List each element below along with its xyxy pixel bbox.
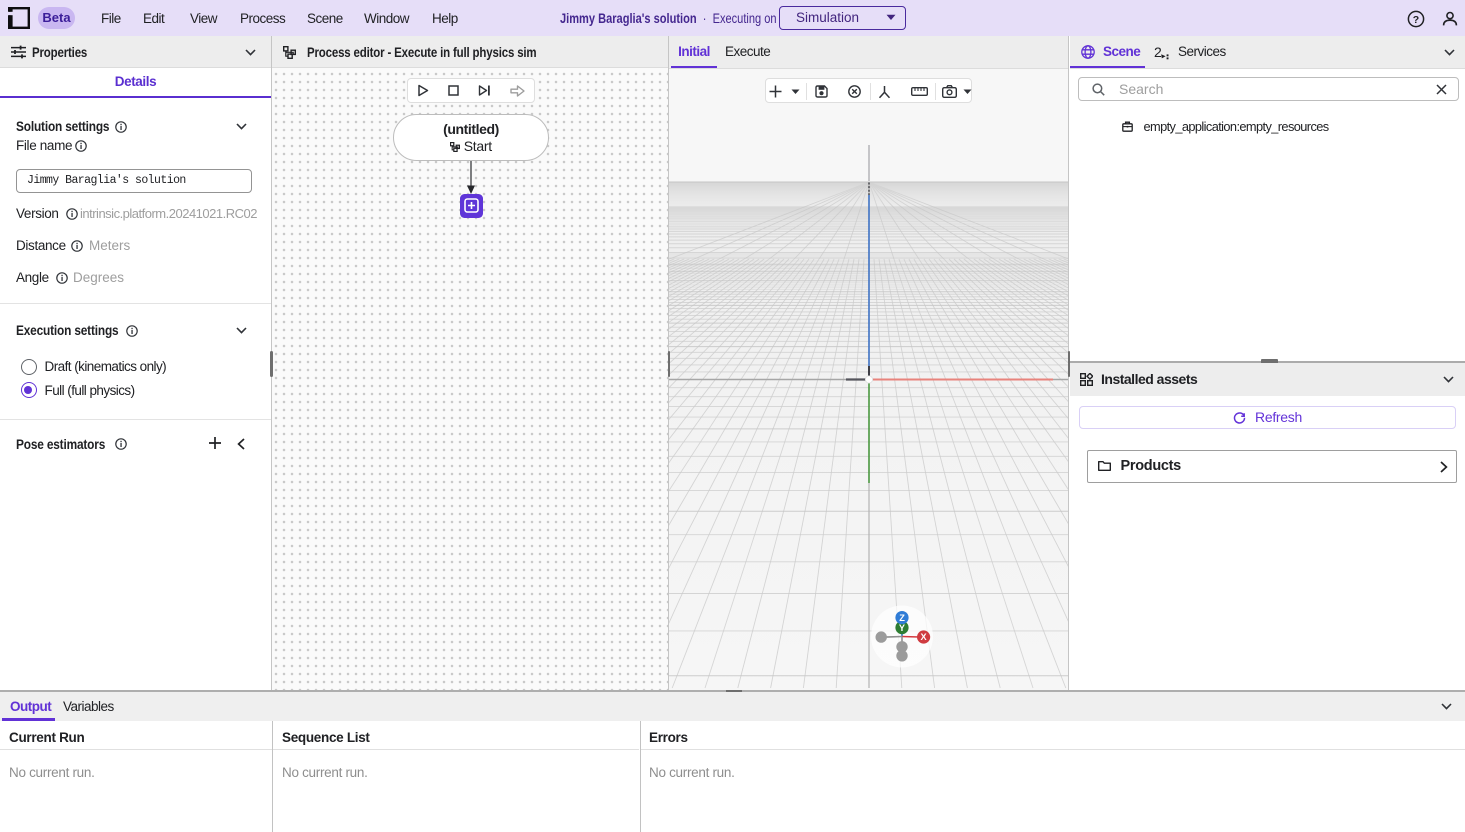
svg-text:X: X: [921, 632, 928, 642]
svg-text:?: ?: [1413, 14, 1419, 26]
svg-text:Y: Y: [899, 623, 905, 633]
svg-text:2: 2: [1154, 45, 1162, 60]
svg-text:Z: Z: [899, 613, 905, 623]
